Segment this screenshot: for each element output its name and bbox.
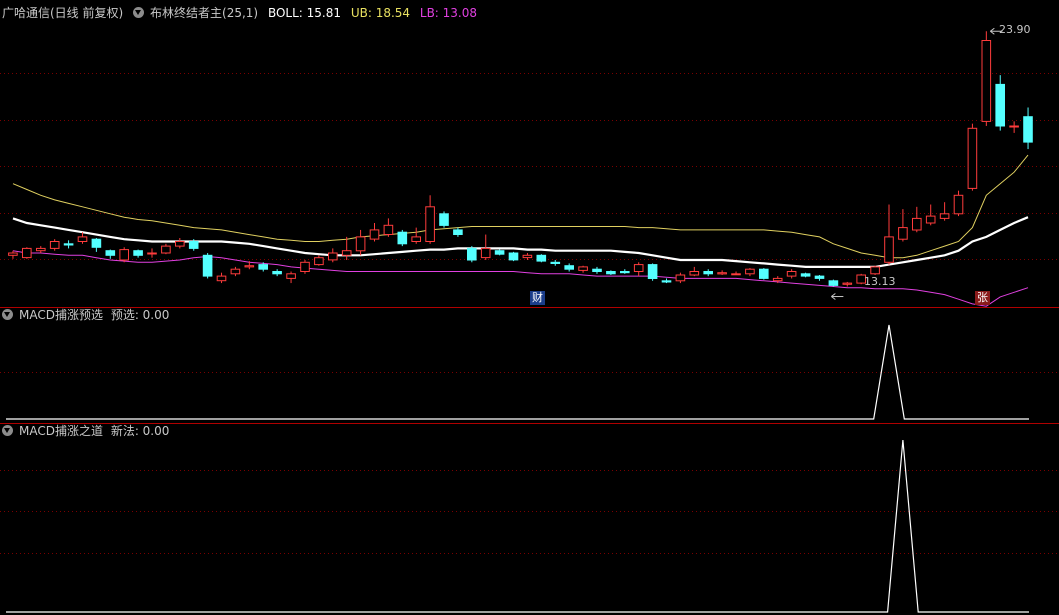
candle-down bbox=[592, 268, 602, 273]
candle-up bbox=[898, 227, 908, 240]
candle-up bbox=[633, 264, 644, 273]
candle-down bbox=[620, 271, 630, 274]
candle-up bbox=[314, 257, 324, 266]
candle-down bbox=[814, 275, 825, 279]
candle-up bbox=[286, 273, 296, 279]
stock-title: 广哈通信(日线 前复权) bbox=[2, 6, 124, 20]
indicator-name[interactable]: 布林终结者主(25,1) bbox=[150, 6, 258, 20]
candle-down bbox=[995, 83, 1006, 127]
candle-up bbox=[884, 236, 894, 263]
candle-up bbox=[300, 261, 310, 272]
candle-up bbox=[967, 127, 978, 189]
high-price-label: 23.90 bbox=[999, 23, 1031, 36]
candle-up bbox=[953, 194, 964, 215]
finance-marker[interactable]: 财 bbox=[530, 291, 545, 305]
candle-up bbox=[411, 236, 421, 242]
rise-marker[interactable]: 张 bbox=[975, 291, 990, 305]
candle-up bbox=[731, 273, 741, 276]
candle-up bbox=[230, 268, 241, 275]
candle-down bbox=[133, 250, 143, 256]
candle-down bbox=[606, 271, 616, 275]
signal-line-preselect bbox=[6, 324, 1029, 420]
candle-up bbox=[786, 271, 797, 277]
candle-up bbox=[244, 265, 255, 268]
dropdown-caret-icon[interactable] bbox=[2, 309, 13, 320]
candle-up bbox=[870, 266, 880, 275]
boll-value: BOLL: 15.81 bbox=[267, 6, 341, 20]
ub-value: UB: 18.54 bbox=[350, 6, 411, 20]
candle-down bbox=[397, 231, 408, 245]
indicator-lines bbox=[6, 324, 1029, 613]
candle-up bbox=[147, 252, 157, 255]
dropdown-caret-icon[interactable] bbox=[2, 425, 13, 436]
candle-down bbox=[759, 268, 769, 279]
candle-up bbox=[341, 250, 352, 256]
candle-down bbox=[467, 247, 477, 261]
candle-down bbox=[439, 213, 449, 226]
candle-down bbox=[564, 265, 575, 270]
candle-up bbox=[36, 247, 46, 252]
candle-up bbox=[369, 229, 380, 240]
candle-up bbox=[175, 241, 185, 247]
candle-down bbox=[105, 250, 116, 256]
signal-line-newmethod bbox=[6, 439, 1029, 613]
candle-down bbox=[272, 271, 282, 275]
candle-up bbox=[22, 247, 32, 259]
panel3-header: MACD捕涨之道 新法: 0.00 bbox=[2, 423, 175, 439]
candle-up bbox=[578, 266, 588, 271]
candle-up bbox=[355, 236, 366, 252]
candle-down bbox=[63, 243, 74, 246]
candle-up bbox=[119, 249, 130, 261]
candle-up bbox=[675, 274, 686, 282]
candle-up bbox=[745, 268, 755, 275]
dropdown-caret-icon[interactable] bbox=[133, 7, 145, 18]
candle-up bbox=[689, 271, 700, 276]
panel3-value: 新法: 0.00 bbox=[110, 424, 170, 438]
candle-up bbox=[161, 245, 171, 254]
candle-down bbox=[1023, 116, 1033, 143]
candle-down bbox=[91, 238, 102, 248]
candle-up bbox=[480, 247, 491, 259]
candle-down bbox=[536, 254, 547, 262]
candle-up bbox=[1009, 125, 1019, 128]
candle-up bbox=[842, 282, 853, 285]
candle-down bbox=[661, 280, 672, 283]
candle-down bbox=[202, 254, 213, 277]
candle-up bbox=[8, 252, 18, 256]
panel2-value: 预选: 0.00 bbox=[110, 308, 170, 322]
candle-up bbox=[981, 40, 992, 122]
candle-up bbox=[925, 215, 936, 224]
candle-down bbox=[258, 264, 268, 270]
panel2-header: MACD捕涨预选 预选: 0.00 bbox=[2, 307, 175, 323]
panel3-indicator-name[interactable]: MACD捕涨之道 bbox=[19, 424, 103, 438]
candle-down bbox=[188, 241, 199, 249]
candle-down bbox=[647, 264, 658, 280]
candle-up bbox=[383, 224, 394, 236]
candle-down bbox=[800, 273, 811, 277]
candle-up bbox=[216, 275, 227, 282]
candle-up bbox=[912, 217, 922, 231]
candle-up bbox=[49, 241, 60, 249]
main-panel-header: 广哈通信(日线 前复权) 布林终结者主(25,1) BOLL: 15.81 UB… bbox=[2, 5, 483, 21]
candle-up bbox=[328, 252, 338, 261]
candle-down bbox=[494, 250, 505, 255]
candle-up bbox=[425, 206, 435, 243]
candle-up bbox=[772, 277, 783, 282]
panel2-indicator-name[interactable]: MACD捕涨预选 bbox=[19, 308, 103, 322]
candle-up bbox=[522, 254, 533, 259]
low-price-label: 13.13 bbox=[864, 275, 896, 288]
lb-value: LB: 13.08 bbox=[419, 6, 478, 20]
candle-down bbox=[703, 271, 714, 275]
candle-down bbox=[550, 261, 561, 264]
candle-down bbox=[828, 280, 839, 286]
candle-down bbox=[453, 229, 463, 235]
candle-up bbox=[717, 272, 727, 275]
candle-up bbox=[77, 236, 88, 242]
candle-down bbox=[508, 252, 519, 261]
candle-up bbox=[939, 213, 950, 219]
